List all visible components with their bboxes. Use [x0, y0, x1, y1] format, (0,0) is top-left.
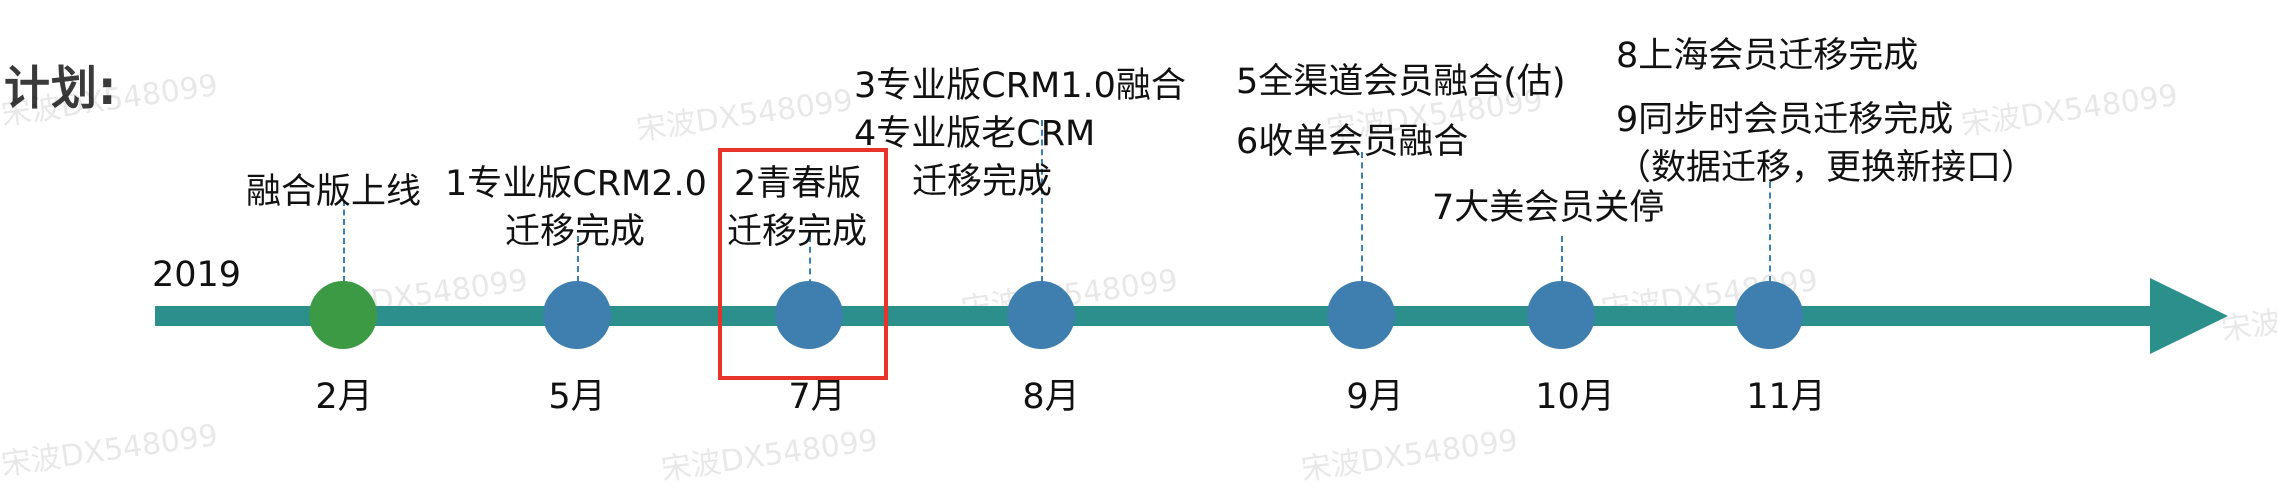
watermark: 宋波DX548099 — [1959, 77, 2181, 143]
milestone-label-aug-3: 迁移完成 — [912, 162, 1053, 202]
milestone-node-feb — [309, 281, 377, 349]
milestone-label-may-2: 迁移完成 — [505, 212, 646, 252]
milestone-node-may — [543, 281, 611, 349]
watermark: 宋波DX548099 — [0, 417, 221, 483]
milestone-label-nov-1: 8上海会员迁移完成 — [1616, 36, 1919, 76]
milestone-label-sep-2: 6收单会员融合 — [1236, 122, 1469, 162]
watermark: 宋波DX548099 — [659, 422, 881, 488]
highlight-box — [718, 148, 888, 380]
milestone-node-oct — [1527, 281, 1595, 349]
connector-line — [1769, 182, 1771, 282]
milestone-label-sep-1: 5全渠道会员融合(估) — [1236, 62, 1566, 102]
timeline-arrowhead — [2150, 278, 2228, 354]
milestone-node-aug — [1007, 281, 1075, 349]
month-label: 9月 — [1346, 377, 1404, 417]
connector-line — [1561, 236, 1563, 282]
year-label: 2019 — [152, 255, 242, 295]
month-label: 11月 — [1746, 377, 1826, 417]
watermark: 宋波DX548099 — [1299, 422, 1521, 488]
connector-line — [1361, 152, 1363, 282]
milestone-node-sep — [1327, 281, 1395, 349]
month-label: 10月 — [1535, 377, 1615, 417]
milestone-label-aug-1: 3专业版CRM1.0融合 — [854, 66, 1186, 106]
milestone-label-feb: 融合版上线 — [246, 172, 422, 212]
milestone-label-may-1: 1专业版CRM2.0 — [445, 164, 707, 204]
milestone-label-nov-2: 9同步时会员迁移完成 — [1616, 100, 1954, 140]
watermark: 宋波DX548099 — [634, 82, 856, 148]
month-label: 5月 — [548, 377, 606, 417]
month-label: 2月 — [315, 377, 373, 417]
milestone-node-nov — [1735, 281, 1803, 349]
month-label: 8月 — [1022, 377, 1080, 417]
milestone-label-nov-3: （数据迁移，更换新接口） — [1616, 148, 2037, 188]
timeline-axis — [155, 306, 2150, 326]
milestone-label-aug-2: 4专业版老CRM — [854, 114, 1096, 154]
